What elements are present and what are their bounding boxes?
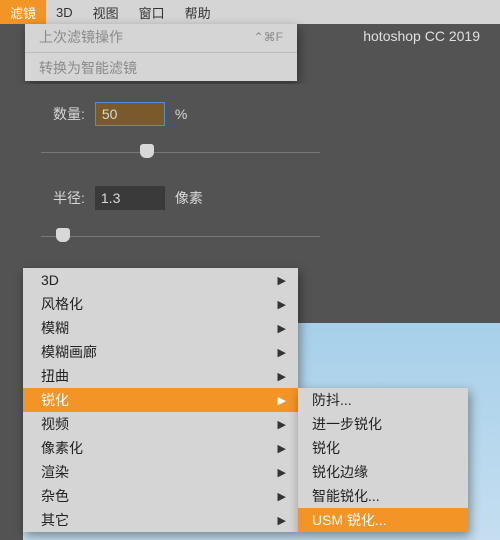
submenu-item-label: 杂色 [41,486,69,506]
menubar-item[interactable]: 滤镜 [0,0,46,24]
radius-input[interactable] [95,186,165,210]
submenu-item[interactable]: 模糊 ▶ [23,316,298,340]
submenu-item[interactable]: 3D ▶ [23,268,298,292]
submenu-item[interactable]: 模糊画廊 ▶ [23,340,298,364]
dialog-panel: 数量: % 半径: 像素 [23,84,338,272]
radius-row: 半径: 像素 [23,168,338,222]
flyout-item[interactable]: 智能锐化... [298,484,468,508]
sharpen-flyout: 防抖...进一步锐化锐化锐化边缘智能锐化...USM 锐化... [298,388,468,532]
menubar-item[interactable]: 视图 [83,0,129,24]
menubar-item[interactable]: 窗口 [129,0,175,24]
chevron-right-icon: ▶ [278,466,286,479]
submenu-item-label: 渲染 [41,462,69,482]
radius-slider[interactable] [41,226,320,246]
flyout-item[interactable]: 防抖... [298,388,468,412]
filter-submenu: 3D ▶ 风格化 ▶ 模糊 ▶ 模糊画廊 ▶ 扭曲 ▶ 锐化 ▶ 视频 ▶ 像素化 ▶ 渲染 ▶ 杂色 ▶ 其它 ▶ [23,268,298,532]
menu-item-label: 转换为智能滤镜 [39,58,137,78]
menu-separator [25,52,297,53]
submenu-item-label: 模糊 [41,318,69,338]
flyout-item[interactable]: 锐化边缘 [298,460,468,484]
submenu-item-label: 其它 [41,510,69,530]
flyout-item[interactable]: 进一步锐化 [298,412,468,436]
menubar-item[interactable]: 3D [46,0,83,24]
flyout-item[interactable]: 锐化 [298,436,468,460]
menu-convert-smart[interactable]: 转换为智能滤镜 [25,55,297,81]
chevron-right-icon: ▶ [278,298,286,311]
menu-shortcut: ⌃⌘F [254,30,283,44]
radius-unit: 像素 [175,188,203,208]
submenu-item-label: 风格化 [41,294,83,314]
submenu-item[interactable]: 风格化 ▶ [23,292,298,316]
chevron-right-icon: ▶ [278,418,286,431]
submenu-item-label: 模糊画廊 [41,342,97,362]
submenu-item[interactable]: 锐化 ▶ [23,388,298,412]
chevron-right-icon: ▶ [278,490,286,503]
submenu-item-label: 3D [41,272,59,288]
chevron-right-icon: ▶ [278,514,286,527]
flyout-item[interactable]: USM 锐化... [298,508,468,532]
submenu-item[interactable]: 视频 ▶ [23,412,298,436]
submenu-item-label: 像素化 [41,438,83,458]
menubar: 滤镜3D视图窗口帮助 [0,0,500,24]
submenu-item[interactable]: 像素化 ▶ [23,436,298,460]
submenu-item[interactable]: 其它 ▶ [23,508,298,532]
submenu-item[interactable]: 渲染 ▶ [23,460,298,484]
chevron-right-icon: ▶ [278,370,286,383]
amount-unit: % [175,106,187,122]
amount-label: 数量: [53,104,85,124]
submenu-item[interactable]: 杂色 ▶ [23,484,298,508]
radius-label: 半径: [53,188,85,208]
menu-last-filter[interactable]: 上次滤镜操作 ⌃⌘F [25,24,297,50]
chevron-right-icon: ▶ [278,346,286,359]
submenu-item-label: 视频 [41,414,69,434]
chevron-right-icon: ▶ [278,394,286,407]
submenu-item-label: 扭曲 [41,366,69,386]
filter-menu-dropdown: 上次滤镜操作 ⌃⌘F 转换为智能滤镜 [25,24,297,81]
submenu-item-label: 锐化 [41,390,69,410]
menu-item-label: 上次滤镜操作 [39,27,123,47]
amount-input[interactable] [95,102,165,126]
slider-thumb[interactable] [140,144,154,158]
chevron-right-icon: ▶ [278,322,286,335]
amount-row: 数量: % [23,84,338,138]
chevron-right-icon: ▶ [278,442,286,455]
slider-thumb[interactable] [56,228,70,242]
amount-slider[interactable] [41,142,320,162]
submenu-item[interactable]: 扭曲 ▶ [23,364,298,388]
menubar-item[interactable]: 帮助 [175,0,221,24]
app-title: hotoshop CC 2019 [363,28,480,44]
chevron-right-icon: ▶ [278,274,286,287]
